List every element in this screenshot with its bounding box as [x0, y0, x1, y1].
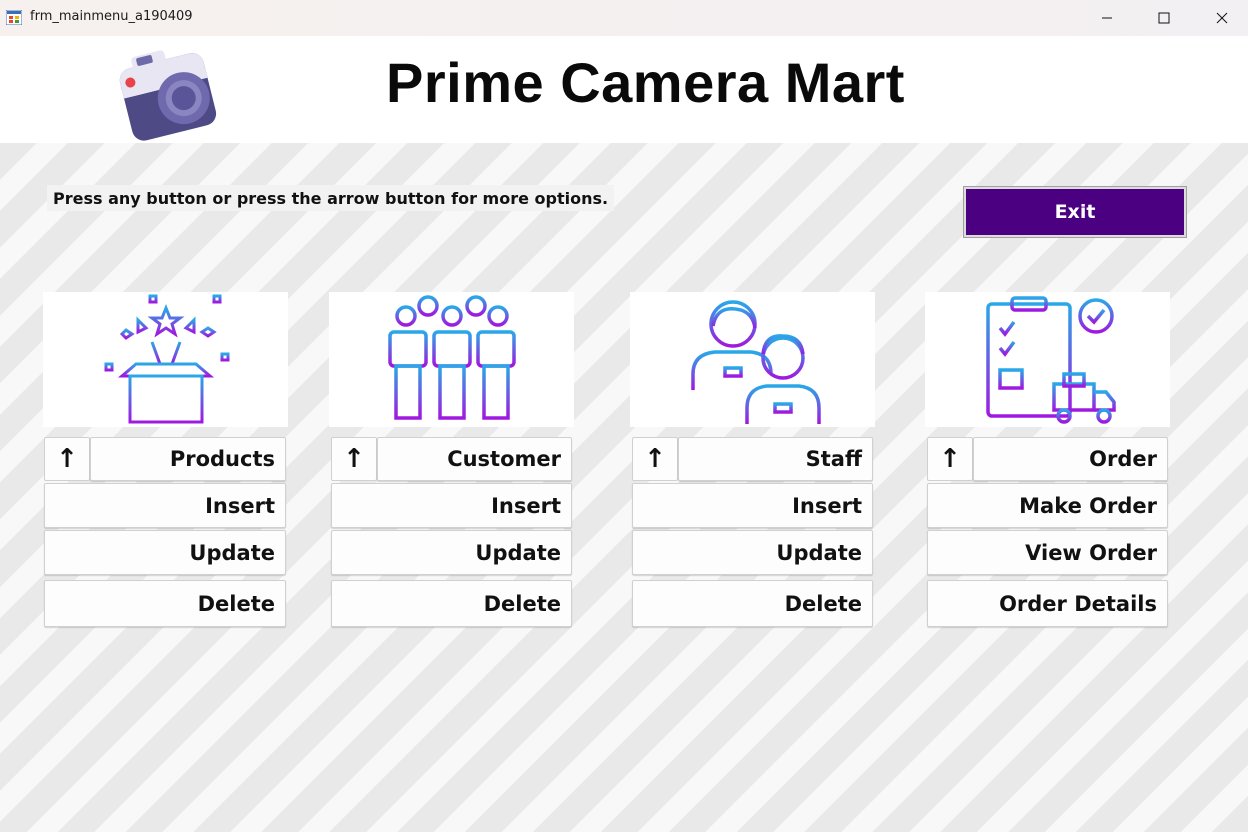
- customer-update-button[interactable]: Update: [331, 530, 572, 575]
- close-button[interactable]: [1193, 0, 1248, 36]
- products-delete-button[interactable]: Delete: [44, 580, 286, 627]
- order-button[interactable]: Order: [973, 437, 1168, 481]
- camera-icon: [119, 50, 217, 141]
- view-order-button[interactable]: View Order: [927, 530, 1168, 575]
- staff-update-button[interactable]: Update: [632, 530, 873, 575]
- window-title: frm_mainmenu_a190409: [30, 9, 193, 24]
- products-update-button[interactable]: Update: [44, 530, 286, 575]
- customer-expand-button[interactable]: ↑: [331, 437, 377, 481]
- order-expand-button[interactable]: ↑: [927, 437, 973, 481]
- staff-expand-button[interactable]: ↑: [632, 437, 678, 481]
- customers-icon: [387, 294, 516, 420]
- customer-insert-button[interactable]: Insert: [331, 483, 572, 528]
- products-tile: [43, 292, 288, 427]
- staff-icon: [690, 299, 821, 424]
- staff-button[interactable]: Staff: [678, 437, 873, 481]
- exit-button[interactable]: Exit: [964, 187, 1186, 237]
- app-icon: [6, 10, 22, 25]
- products-expand-button[interactable]: ↑: [44, 437, 90, 481]
- staff-tile: [630, 292, 875, 427]
- instruction-text: Press any button or press the arrow butt…: [47, 185, 615, 211]
- minimize-button[interactable]: [1078, 0, 1136, 36]
- order-details-button[interactable]: Order Details: [927, 580, 1168, 627]
- maximize-button[interactable]: [1135, 0, 1193, 36]
- products-insert-button[interactable]: Insert: [44, 483, 286, 528]
- maximize-icon: [1158, 12, 1170, 24]
- minimize-icon: [1102, 17, 1112, 19]
- staff-delete-button[interactable]: Delete: [632, 580, 873, 627]
- order-clipboard-icon: [985, 295, 1116, 424]
- customer-button[interactable]: Customer: [377, 437, 572, 481]
- close-icon: [1216, 12, 1228, 24]
- order-tile: [925, 292, 1170, 427]
- make-order-button[interactable]: Make Order: [927, 483, 1168, 528]
- customer-delete-button[interactable]: Delete: [331, 580, 572, 627]
- app-title: Prime Camera Mart: [386, 51, 905, 114]
- gift-box-icon: [104, 294, 229, 423]
- staff-insert-button[interactable]: Insert: [632, 483, 873, 528]
- title-bar: frm_mainmenu_a190409: [0, 0, 1248, 36]
- customer-tile: [329, 292, 574, 427]
- products-button[interactable]: Products: [90, 437, 286, 481]
